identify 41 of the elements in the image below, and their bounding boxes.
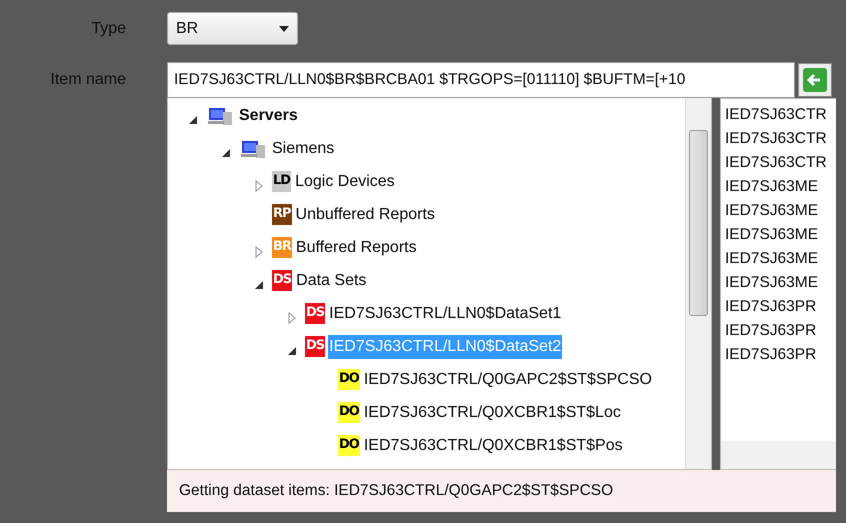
tree-item[interactable]: Data Sets (295, 268, 368, 292)
list-item[interactable]: IED7SJ63ME (725, 271, 836, 295)
field-label: Item name (49, 70, 126, 90)
type-tag: DS (305, 336, 326, 357)
type-dropdown[interactable]: BR (167, 12, 298, 45)
tree-item[interactable]: IED7SJ63CTRL/Q0GAPC2$ST$SPCSO (362, 368, 653, 392)
computer-icon (239, 138, 267, 158)
list-item[interactable]: IED7SJ63PR (725, 343, 836, 367)
list-item[interactable]: IED7SJ63PR (725, 319, 836, 343)
caret-icon (279, 26, 289, 32)
field-label: Type (90, 18, 126, 38)
tree-item[interactable]: IED7SJ63CTRL/Q0XCBR1$ST$Pos (362, 434, 624, 458)
arrow-button[interactable] (798, 63, 832, 97)
tree-item[interactable]: Logic Devices (294, 170, 396, 194)
computer-icon (206, 106, 234, 126)
list-item[interactable]: IED7SJ63CTR (725, 127, 836, 151)
status-bar: Getting dataset items: IED7SJ63CTRL/Q0GAPC2$ST$SPCSO (167, 470, 836, 512)
input-field[interactable]: IED7SJ63CTRL/LLN0$BR$BRCBA01 $TRGOPS=[011110] $BUFTM=[+10 (167, 62, 795, 98)
scrollbar[interactable] (685, 98, 711, 469)
list-item[interactable]: IED7SJ63CTR (725, 151, 836, 175)
tree-item[interactable]: Siemens (271, 136, 336, 160)
type-tag: DS (305, 303, 326, 324)
list-item[interactable]: IED7SJ63ME (725, 223, 836, 247)
list-item[interactable]: IED7SJ63ME (725, 199, 836, 223)
scrollbar[interactable] (721, 441, 836, 469)
list-item[interactable]: IED7SJ63ME (725, 175, 836, 199)
type-tag: DO (338, 402, 360, 423)
list-item[interactable]: IED7SJ63PR (725, 295, 836, 319)
type-tag: DO (338, 369, 360, 390)
type-tag: BR (272, 237, 292, 258)
tree-item[interactable]: Unbuffered Reports (294, 202, 436, 226)
type-tag: DS (272, 270, 292, 291)
tree-item[interactable]: IED7SJ63CTRL/Q0XCBR1$ST$Loc (362, 400, 622, 424)
list-item[interactable]: IED7SJ63CTR (725, 103, 836, 127)
tree-item[interactable]: Buffered Reports (294, 236, 418, 260)
list-item[interactable]: IED7SJ63ME (725, 247, 836, 271)
type-tag: RP (272, 204, 292, 225)
type-tag: LD (272, 171, 292, 192)
tree-item[interactable]: IED7SJ63CTRL/LLN0$DataSet1 (328, 302, 562, 326)
type-tag: DO (338, 435, 360, 456)
tree-item[interactable]: Servers (238, 104, 299, 128)
